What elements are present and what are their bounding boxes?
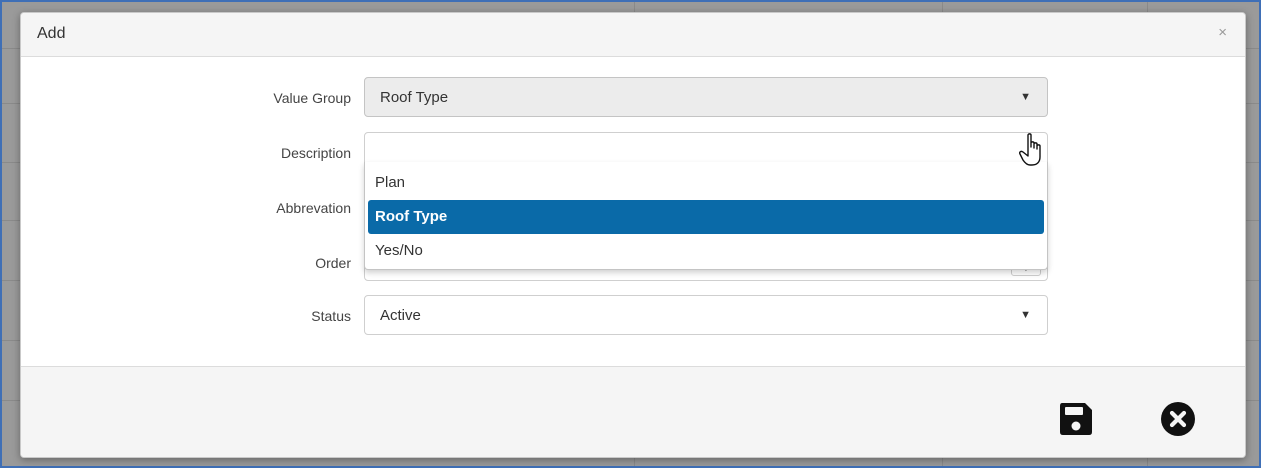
dialog-footer [21, 366, 1245, 457]
dropdown-option[interactable]: Yes/No [368, 234, 1044, 268]
dialog-title: Add [37, 25, 66, 42]
times-circle-icon[interactable] [1160, 401, 1196, 437]
status-select[interactable]: Active ▼ [364, 295, 1048, 335]
hand-pointer-icon [1019, 133, 1041, 166]
status-value: Active [380, 307, 421, 324]
value-group-value: Roof Type [380, 89, 449, 106]
status-label: Status [311, 308, 351, 324]
save-icon[interactable] [1058, 401, 1094, 437]
dropdown-option-selected[interactable]: Roof Type [368, 200, 1044, 234]
value-group-select[interactable]: Roof Type ▼ [364, 77, 1048, 117]
order-label: Order [315, 255, 351, 271]
abbrevation-label: Abbrevation [276, 200, 351, 216]
dialog-body: Value Group Roof Type ▼ Description Abbr… [21, 57, 1245, 367]
close-icon[interactable]: × [1218, 25, 1227, 41]
dialog-header: Add × [21, 13, 1245, 57]
chevron-down-icon: ▼ [1020, 91, 1031, 103]
add-dialog: Add × Value Group Roof Type ▼ Descriptio… [20, 12, 1246, 458]
description-label: Description [280, 145, 351, 161]
dropdown-option[interactable]: Plan [368, 166, 1044, 200]
value-group-label: Value Group [273, 90, 351, 106]
chevron-down-icon: ▼ [1020, 309, 1031, 321]
value-group-dropdown: Plan Roof Type Yes/No [364, 162, 1048, 270]
screen-frame: Add × Value Group Roof Type ▼ Descriptio… [0, 0, 1261, 468]
